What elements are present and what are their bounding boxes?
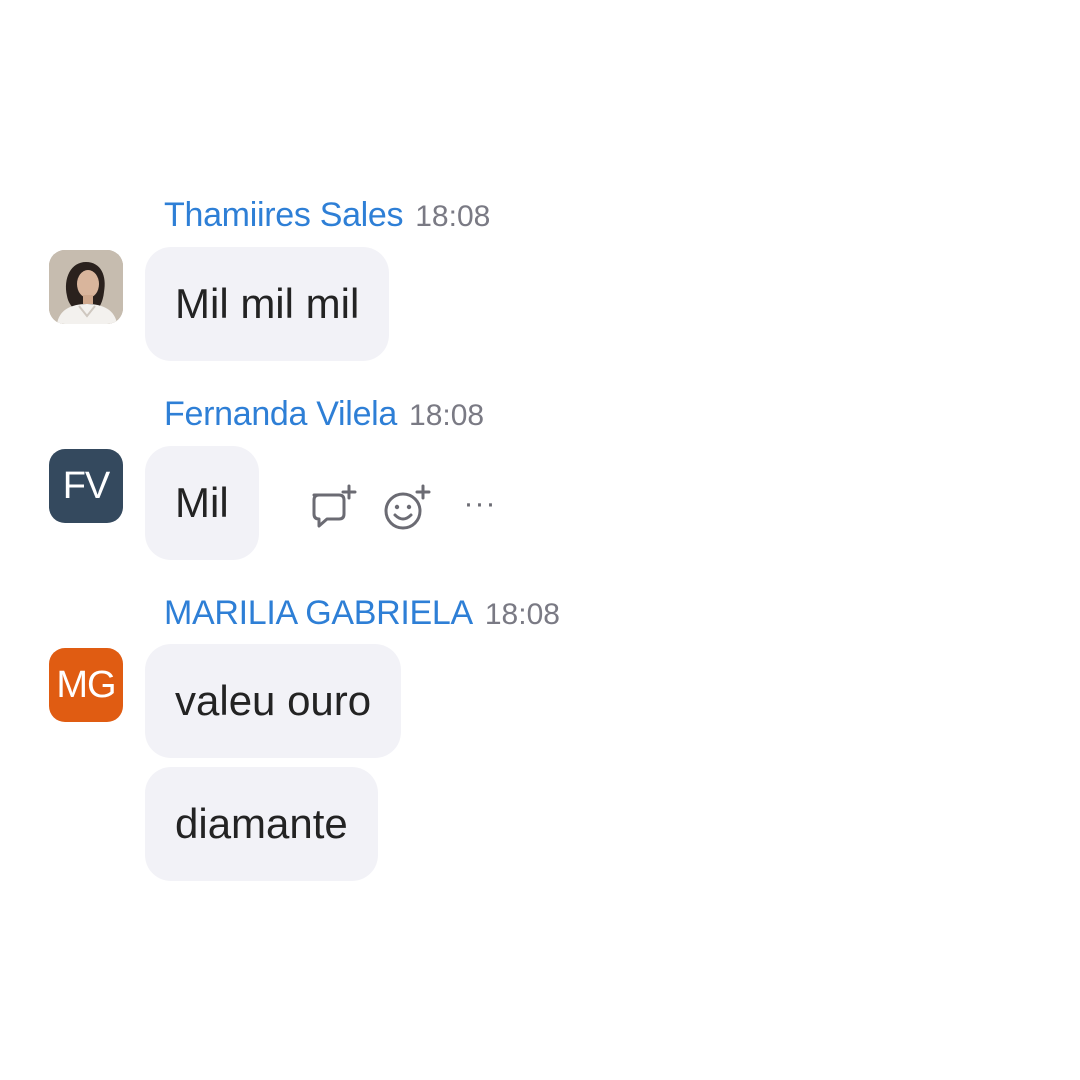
sender-name[interactable]: Fernanda Vilela	[164, 395, 397, 434]
initials-avatar[interactable]: FV	[49, 449, 123, 523]
sender-name[interactable]: Thamiires Sales	[164, 196, 404, 235]
message-header: MARILIA GABRIELA 18:08	[164, 594, 560, 634]
more-options-button[interactable]: ···	[453, 477, 507, 531]
reply-in-thread-icon	[312, 484, 357, 528]
message-timestamp: 18:08	[484, 598, 560, 631]
message-bubble[interactable]: diamante	[145, 767, 378, 881]
user-photo-avatar[interactable]	[49, 250, 123, 324]
add-reaction-icon	[384, 484, 431, 530]
message-timestamp: 18:08	[409, 399, 485, 432]
message-timestamp: 18:08	[415, 200, 491, 233]
message-header: Thamiires Sales 18:08	[164, 196, 490, 236]
sender-name[interactable]: MARILIA GABRIELA	[164, 594, 473, 633]
message-header: Fernanda Vilela 18:08	[164, 395, 484, 435]
avatar-photo-graphic	[49, 250, 123, 324]
message-bubble[interactable]: valeu ouro	[145, 644, 402, 758]
reply-in-thread-button[interactable]	[305, 481, 359, 535]
message-hover-actions: ···	[305, 480, 507, 536]
initials-avatar[interactable]: MG	[49, 648, 123, 722]
message-bubble[interactable]: Mil mil mil	[145, 247, 390, 361]
chat-message-list: Thamiires Sales 18:08 Mil mil mil Fernan…	[0, 0, 1080, 1080]
add-reaction-button[interactable]	[379, 481, 433, 535]
message-bubble[interactable]: Mil	[145, 446, 259, 560]
